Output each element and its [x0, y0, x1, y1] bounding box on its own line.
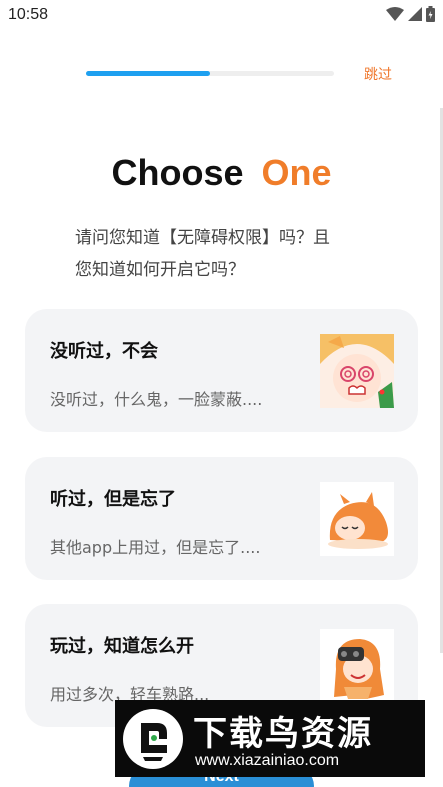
watermark-url: www.xiazainiao.com [195, 752, 340, 769]
question-line-2: 您知道如何开启它吗？ [75, 260, 245, 280]
option-title: 玩过，知道怎么开 [50, 636, 194, 657]
wifi-icon [386, 7, 404, 21]
battery-icon [426, 6, 435, 22]
status-icons [386, 6, 435, 22]
title-choose: Choose [111, 152, 244, 193]
page-title: Choose One [0, 152, 443, 194]
question-line-1: 请问您知道【无障碍权限】吗？且 [75, 228, 330, 248]
signal-icon [408, 7, 422, 21]
gaming-anime-girl-icon [320, 629, 394, 703]
watermark: 下载鸟资源 www.xiazainiao.com [115, 700, 425, 777]
option-subtitle: 没听过，什么鬼，一脸蒙蔽.... [50, 390, 263, 409]
status-bar: 10:58 [0, 0, 443, 30]
shocked-anime-girl-icon [320, 334, 394, 408]
skip-button[interactable]: 跳过 [364, 64, 392, 84]
question-text: 请问您知道【无障碍权限】吗？且 您知道如何开启它吗？ [75, 222, 385, 286]
sleeping-anime-girl-icon [320, 482, 394, 556]
progress-bar [86, 71, 334, 76]
status-time: 10:58 [8, 6, 49, 23]
bird-logo-icon [123, 709, 183, 769]
progress-fill [86, 71, 210, 76]
option-subtitle: 其他app上用过，但是忘了.... [50, 538, 261, 557]
option-card-never-heard[interactable]: 没听过，不会 没听过，什么鬼，一脸蒙蔽.... [25, 309, 418, 432]
watermark-title: 下载鸟资源 [193, 714, 373, 754]
title-one: One [261, 152, 332, 193]
option-title: 没听过，不会 [50, 341, 158, 362]
option-title: 听过，但是忘了 [50, 489, 176, 510]
option-card-forgot[interactable]: 听过，但是忘了 其他app上用过，但是忘了.... [25, 457, 418, 580]
